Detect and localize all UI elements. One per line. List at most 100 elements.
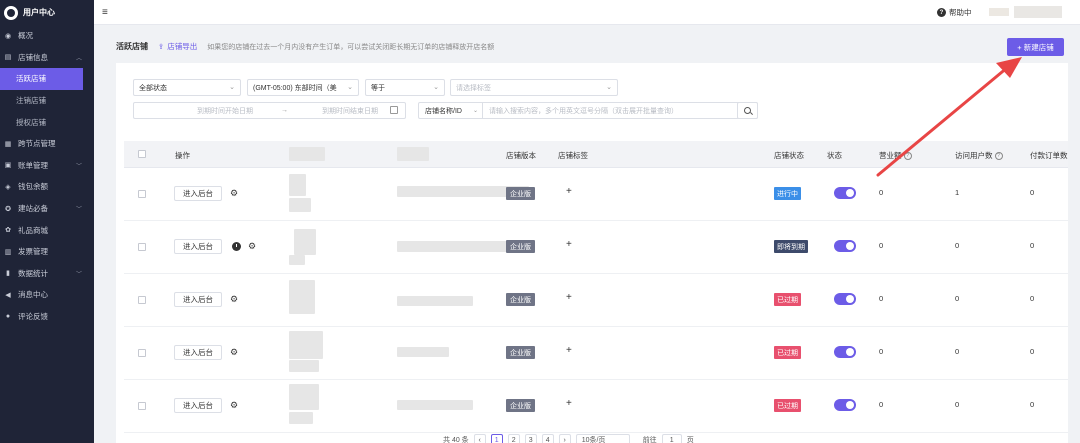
node-icon: ▦ [4,140,12,148]
sidebar-item-feedback[interactable]: ● 评论反馈 [0,306,94,328]
sidebar-item-gift-mall[interactable]: ✿ 礼品商城 [0,219,94,241]
chevron-down-icon: ⌄ [229,84,235,91]
megaphone-icon: ◀ [5,291,11,299]
redacted-store-name [397,347,449,357]
timezone-select[interactable]: (GMT-05:00) 东部时间（美 ⌄ [247,79,359,96]
page-3-button[interactable]: 3 [524,434,537,443]
search-button[interactable] [737,102,758,119]
date-separator: → [281,107,288,114]
menu-toggle-icon[interactable]: ≡ [102,7,108,18]
col-paid-orders: 付款订单数 [1030,151,1068,160]
search-input[interactable]: 请输入搜索内容，多个用英文逗号分隔（双击展开批量查询） [483,106,678,116]
calendar-icon [390,106,398,114]
sidebar-item-store-info[interactable]: ▤ 店铺信息 ︿ [0,47,94,69]
sidebar-title: 用户中心 [23,8,55,17]
redacted-store-logo [289,174,306,196]
search-box: 店铺名称/ID ⌄ 请输入搜索内容，多个用英文逗号分隔（双击展开批量查询） [418,102,758,119]
gear-icon[interactable]: ⚙ [248,242,256,251]
orders-value: 0 [1030,347,1035,356]
store-state-toggle[interactable] [834,346,856,358]
search-field-select[interactable]: 店铺名称/ID ⌄ [419,103,483,118]
store-state-toggle[interactable] [834,187,856,199]
search-icon [744,107,751,114]
version-badge: 企业版 [506,293,535,306]
sidebar-item-site-essentials[interactable]: ✪ 建站必备 ﹀ [0,198,94,220]
upload-icon: ⇪ [158,42,165,51]
info-icon[interactable]: ? [994,152,1003,161]
orders-value: 0 [1030,294,1035,303]
clock-icon[interactable] [232,242,241,251]
sidebar-item-overview[interactable]: ◉ 概况 [0,25,94,47]
table-row: 进入后台 ⚙ 企业版 + 进行中 0 1 0 [124,168,1068,221]
row-checkbox[interactable] [138,402,146,410]
gear-icon[interactable]: ⚙ [230,348,238,357]
expiry-date-range[interactable]: 到期时间开始日期 → 到期时间结束日期 [133,102,406,119]
sidebar-item-messages[interactable]: ◀ 消息中心 [0,284,94,306]
version-badge: 企业版 [506,399,535,412]
page-4-button[interactable]: 4 [541,434,554,443]
revenue-value: 0 [879,241,884,250]
gear-icon[interactable]: ⚙ [230,295,238,304]
page-1-button[interactable]: 1 [490,434,503,443]
date-start-input[interactable]: 到期时间开始日期 [197,106,253,116]
stores-panel: 全部状态 ⌄ (GMT-05:00) 东部时间（美 ⌄ 等于 ⌄ 请选择标签 ⌄… [116,63,1068,443]
prev-page-button[interactable]: ‹ [473,434,486,443]
date-end-input[interactable]: 到期时间结束日期 [322,106,378,116]
page-unit-label: 页 [686,437,694,443]
select-all-checkbox[interactable] [138,150,146,158]
store-state-toggle[interactable] [834,293,856,305]
store-state-toggle[interactable] [834,399,856,411]
version-badge: 企业版 [506,187,535,200]
redacted-store-logo [289,384,319,410]
sidebar-item-invoice[interactable]: ▥ 发票管理 [0,241,94,263]
page-size-select[interactable]: 10条/页 [575,434,630,443]
add-tag-icon[interactable]: + [566,239,572,250]
export-stores-link[interactable]: ⇪ 店铺导出 [158,41,197,52]
redacted-user-menu[interactable] [1014,6,1062,18]
store-state-toggle[interactable] [834,240,856,252]
table-header: 操作 店铺版本 店铺标签 店铺状态 状态 营业额? 访问用户数? 付款订单数 [124,141,1068,168]
sidebar-item-billing[interactable]: ▣ 账单管理 ﹀ [0,155,94,177]
redacted-store-logo [289,331,323,359]
add-tag-icon[interactable]: + [566,292,572,303]
col-actions: 操作 [175,151,190,160]
enter-backend-button[interactable]: 进入后台 [174,292,222,307]
sidebar-item-cross-node[interactable]: ▦ 跨节点管理 [0,133,94,155]
sidebar-subitem-closed-stores[interactable]: 注销店铺 [0,90,94,112]
sidebar-subitem-authorized-stores[interactable]: 授权店铺 [0,111,94,133]
page-2-button[interactable]: 2 [507,434,520,443]
row-checkbox[interactable] [138,349,146,357]
add-tag-icon[interactable]: + [566,398,572,409]
chevron-down-icon: ⌄ [433,84,439,91]
status-select[interactable]: 全部状态 ⌄ [133,79,241,96]
visitors-value: 0 [955,241,960,250]
gear-icon[interactable]: ⚙ [230,401,238,410]
col-version: 店铺版本 [506,151,536,160]
sidebar-item-wallet[interactable]: ◈ 钱包余额 [0,176,94,198]
enter-backend-button[interactable]: 进入后台 [174,345,222,360]
compare-select[interactable]: 等于 ⌄ [365,79,445,96]
sidebar-item-statistics[interactable]: ▮ 数据统计 ﹀ [0,263,94,285]
row-checkbox[interactable] [138,296,146,304]
row-checkbox[interactable] [138,243,146,251]
sidebar-subitem-active-stores[interactable]: 活跃店铺 [0,68,83,90]
chevron-down-icon: ﹀ [75,207,82,214]
enter-backend-button[interactable]: 进入后台 [174,398,222,413]
tag-select[interactable]: 请选择标签 ⌄ [450,79,618,96]
revenue-value: 0 [879,400,884,409]
store-icon: ▤ [4,54,12,62]
enter-backend-button[interactable]: 进入后台 [174,239,222,254]
next-page-button[interactable]: › [558,434,571,443]
add-tag-icon[interactable]: + [566,345,572,356]
help-link[interactable]: ? 帮助中 [937,7,972,18]
new-store-button[interactable]: + 新建店铺 [1007,38,1064,56]
add-tag-icon[interactable]: + [566,186,572,197]
info-icon[interactable]: ? [903,152,912,161]
table-row: 进入后台 ⚙ 企业版 + 即将到期 0 0 0 [124,221,1068,274]
gear-icon[interactable]: ⚙ [230,189,238,198]
goto-page-input[interactable]: 1 [661,434,682,443]
visitors-value: 0 [955,347,960,356]
enter-backend-button[interactable]: 进入后台 [174,186,222,201]
row-checkbox[interactable] [138,190,146,198]
orders-value: 0 [1030,400,1035,409]
